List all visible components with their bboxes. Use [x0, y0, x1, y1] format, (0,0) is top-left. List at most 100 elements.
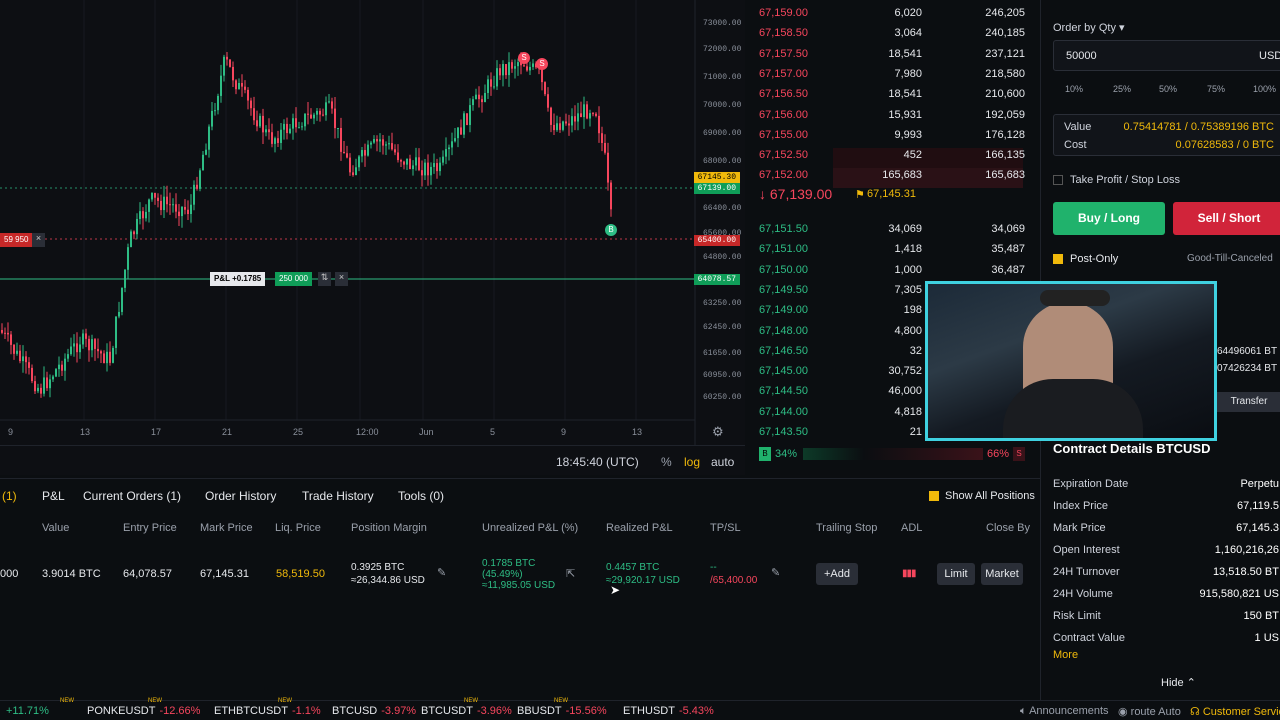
upnl-btc: 0.1785 BTC — [482, 558, 536, 569]
ticker-item[interactable]: ETHBTCUSDT -1.1% — [214, 705, 321, 717]
transfer-button[interactable]: Transfer — [1217, 392, 1280, 412]
ask-row[interactable]: 67,157.00 7,980 218,580 — [745, 67, 1040, 87]
candle — [97, 338, 99, 359]
candle — [232, 61, 234, 87]
ticker-change: -5.43% — [678, 705, 714, 717]
bid-price: 67,150.00 — [759, 263, 808, 276]
ask-row[interactable]: 67,158.50 3,064 240,185 — [745, 26, 1040, 46]
bid-total: 35,487 — [991, 243, 1025, 256]
ticker-item[interactable]: PONKEUSDT -12.66% — [87, 705, 200, 717]
tif-select[interactable]: Good-Till-Canceled — [1187, 253, 1273, 264]
candle — [70, 337, 72, 356]
ask-row[interactable]: 67,159.00 6,020 246,205 — [745, 6, 1040, 26]
ticker-item[interactable]: BBUSDT -15.56% — [517, 705, 607, 717]
ask-row[interactable]: 67,156.50 18,541 210,600 — [745, 87, 1040, 107]
close-limit-button[interactable]: Limit — [937, 563, 975, 585]
ticker-item[interactable]: BTCUSD -3.97% — [332, 705, 416, 717]
route-select[interactable]: ◉ route Auto — [1118, 705, 1181, 718]
x-tick-label: 13 — [632, 427, 643, 437]
tab-pnl[interactable]: P&L — [42, 489, 65, 503]
percent-option[interactable]: 10% — [1065, 84, 1083, 94]
percent-scale-toggle[interactable]: % — [661, 455, 672, 469]
reverse-icon[interactable]: ⇅ — [318, 272, 331, 286]
candle — [13, 343, 15, 360]
order-type-select[interactable]: Order by Qty ▾ — [1053, 21, 1125, 34]
candle — [259, 113, 261, 128]
ticker-item[interactable]: BTCUSDT -3.96% — [421, 705, 512, 717]
tab-tools[interactable]: Tools (0) — [398, 489, 444, 503]
customer-service-link[interactable]: ☊ Customer Servic — [1190, 705, 1280, 718]
tab-positions[interactable]: (1) — [2, 489, 17, 503]
announcements-link[interactable]: 🔈︎ Announcements — [1020, 705, 1109, 718]
candle — [190, 194, 192, 223]
candle — [103, 350, 105, 364]
candle — [316, 107, 318, 121]
ask-row[interactable]: 67,157.50 18,541 237,121 — [745, 47, 1040, 67]
show-all-checkbox[interactable] — [929, 491, 939, 501]
x-tick-label: 21 — [222, 427, 233, 437]
log-scale-toggle[interactable]: log — [684, 455, 700, 469]
percent-option[interactable]: 50% — [1159, 84, 1177, 94]
close-position-icon[interactable]: × — [335, 272, 348, 286]
candle — [433, 153, 435, 174]
ticker-change: -15.56% — [565, 705, 607, 717]
tab-trade-history[interactable]: Trade History — [302, 489, 374, 503]
ask-row[interactable]: 67,155.00 9,993 176,128 — [745, 128, 1040, 148]
qty-input[interactable]: 50000 USD — [1053, 40, 1280, 71]
percent-option[interactable]: 25% — [1113, 84, 1131, 94]
hide-button[interactable]: Hide ⌃ — [1161, 676, 1196, 689]
bid-row[interactable]: 67,150.00 1,000 36,487 — [745, 263, 1040, 283]
bid-row[interactable]: 67,151.50 34,069 34,069 — [745, 222, 1040, 242]
entry-price-tag: 64078.57 — [693, 274, 740, 285]
edit-tpsl-icon[interactable]: ✎ — [771, 566, 780, 579]
detail-key: Mark Price — [1053, 522, 1106, 534]
contract-detail-row: Index Price 67,119.5 — [1053, 500, 1280, 512]
share-icon[interactable]: ⇱ — [566, 567, 575, 580]
auto-scale-toggle[interactable]: auto — [711, 455, 734, 469]
more-link[interactable]: More — [1053, 649, 1078, 661]
candle — [349, 153, 351, 176]
candle — [511, 59, 513, 73]
edit-margin-icon[interactable]: ✎ — [437, 566, 446, 579]
y-tick-label: 60250.00 — [703, 393, 742, 402]
candle — [88, 335, 90, 362]
candle — [529, 61, 531, 75]
gear-icon[interactable]: ⚙ — [712, 424, 726, 439]
candlestick-chart[interactable] — [0, 0, 745, 445]
bid-row[interactable]: 67,151.00 1,418 35,487 — [745, 242, 1040, 262]
price-chart[interactable]: 73000.00 72000.00 71000.00 70000.00 69000.00… — [0, 0, 745, 445]
candle — [466, 113, 468, 126]
close-icon[interactable]: × — [32, 233, 45, 247]
candle — [46, 371, 48, 391]
tab-order-history[interactable]: Order History — [205, 489, 276, 503]
tab-current-orders[interactable]: Current Orders (1) — [83, 489, 181, 503]
sell-short-button[interactable]: Sell / Short — [1173, 202, 1280, 235]
candle — [115, 316, 117, 355]
ticker-item[interactable]: +11.71% — [2, 705, 49, 717]
new-badge: NEW — [464, 698, 478, 704]
ticker-symbol: ETHBTCUSDT — [214, 705, 288, 717]
candle — [268, 118, 270, 140]
ask-row[interactable]: 67,156.00 15,931 192,059 — [745, 108, 1040, 128]
ask-row[interactable]: 67,152.50 452 166,135 — [745, 148, 1040, 169]
ticker-item[interactable]: ETHUSDT -5.43% — [623, 705, 714, 717]
ratio-buy-fill — [803, 448, 865, 460]
candle — [100, 349, 102, 363]
candle — [343, 140, 345, 154]
post-only-checkbox[interactable] — [1053, 254, 1063, 264]
candle — [493, 75, 495, 90]
candle — [43, 366, 45, 397]
percent-option[interactable]: 75% — [1207, 84, 1225, 94]
buy-marker-icon: B — [605, 224, 617, 236]
percent-option[interactable]: 100% — [1253, 84, 1276, 94]
close-market-button[interactable]: Market — [981, 563, 1023, 585]
candle — [337, 127, 339, 139]
ask-size: 3,064 — [894, 27, 922, 40]
buy-long-button[interactable]: Buy / Long — [1053, 202, 1165, 235]
candle — [454, 128, 456, 143]
add-trailing-stop-button[interactable]: +Add — [816, 563, 858, 585]
candle — [169, 192, 171, 215]
adl-indicator-icon: ▮▮▮ — [902, 568, 916, 579]
tpsl-checkbox[interactable] — [1053, 175, 1063, 185]
candle — [127, 243, 129, 280]
